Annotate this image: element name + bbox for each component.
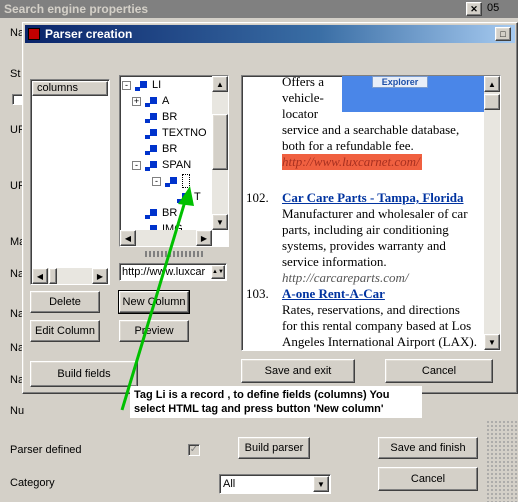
annotation-arrow [120,186,194,411]
